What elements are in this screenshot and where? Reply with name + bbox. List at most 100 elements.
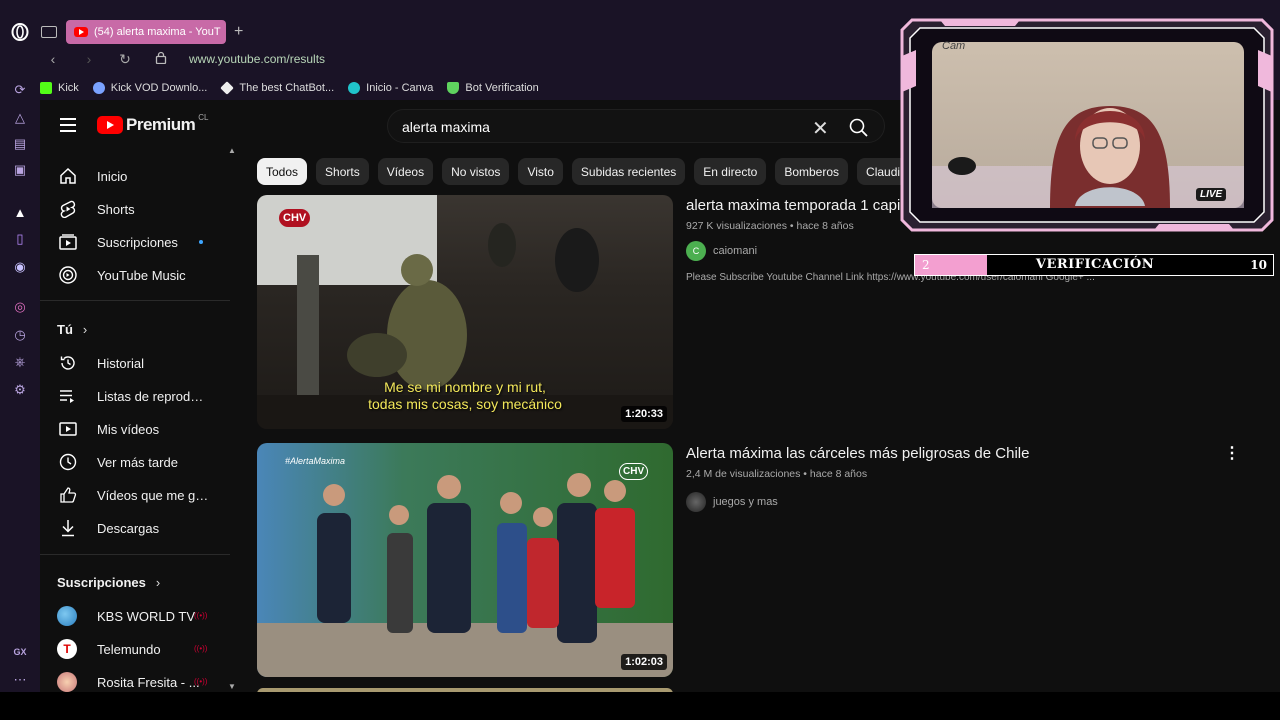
- menu-icon[interactable]: [60, 118, 76, 132]
- url-field[interactable]: www.youtube.com/results: [189, 52, 325, 66]
- sidebar-item-shorts[interactable]: Shorts: [40, 192, 230, 226]
- address-bar: ‹ › ↻ www.youtube.com/results: [40, 48, 325, 70]
- sidebar-item-suscripciones[interactable]: Suscripciones: [40, 225, 230, 259]
- sidebar-item-historial[interactable]: Historial: [40, 346, 230, 380]
- chip-bomberos[interactable]: Bomberos: [775, 158, 849, 185]
- tab-island-icon[interactable]: [40, 26, 58, 38]
- channel-avatar: [686, 492, 706, 512]
- youtube-favicon-icon: [74, 27, 88, 37]
- clear-search-icon[interactable]: ✕: [812, 116, 829, 141]
- kick-vod-icon: [92, 82, 105, 94]
- active-tab[interactable]: (54) alerta maxima - YouT: [66, 20, 226, 44]
- channel-logo: CHV: [619, 463, 649, 480]
- canva-icon: [348, 82, 361, 94]
- messenger-icon[interactable]: ▣: [10, 160, 30, 180]
- video-duration: 1:02:03: [621, 654, 667, 670]
- more-actions-icon[interactable]: ⋮: [1224, 443, 1240, 463]
- home-icon: [58, 166, 78, 186]
- discord-icon[interactable]: ◉: [10, 257, 30, 277]
- history-icon: [58, 353, 78, 373]
- chip-videos[interactable]: Vídeos: [377, 158, 434, 185]
- settings-icon[interactable]: ⚙: [10, 380, 30, 400]
- sidebar-item-liked-videos[interactable]: Vídeos que me gus...: [40, 478, 230, 512]
- video-title[interactable]: alerta maxima temporada 1 capi: [686, 197, 900, 214]
- tab-bar: (54) alerta maxima - YouT +: [40, 18, 243, 46]
- video-thumbnail[interactable]: #AlertaMaxima CHV 1:02:03: [257, 443, 673, 677]
- sidebar-item-ver-mas-tarde[interactable]: Ver más tarde: [40, 445, 230, 479]
- sidebar-sub-kbs-world-tv[interactable]: KBS WORLD TV ((•)): [40, 599, 230, 633]
- bookmark-kick[interactable]: Kick: [40, 82, 79, 94]
- chip-shorts[interactable]: Shorts: [316, 158, 369, 185]
- music-player-icon[interactable]: ◎: [10, 297, 30, 317]
- video-thumbnail[interactable]: CHV Me se mi nombre y mi rut, todas mis …: [257, 195, 673, 429]
- sidebar-sub-rosita-fresita[interactable]: Rosita Fresita - ... ((•)): [40, 665, 230, 692]
- youtube-sidebar: Inicio Shorts Suscripciones YouTube Musi…: [40, 146, 240, 692]
- sidebar-subscriptions-header[interactable]: Suscripciones ›: [57, 575, 160, 590]
- chip-no-vistos[interactable]: No vistos: [442, 158, 510, 185]
- more-icon[interactable]: ⋯: [10, 670, 30, 690]
- chip-subidas-recientes[interactable]: Subidas recientes: [571, 158, 686, 185]
- bookmark-chatbot[interactable]: The best ChatBot...: [220, 81, 334, 95]
- verification-label: VERIFICACIÓN: [1035, 257, 1155, 272]
- search-input[interactable]: alerta maxima: [402, 119, 490, 135]
- chip-en-directo[interactable]: En directo: [694, 158, 767, 185]
- verification-goal-bar: 2 VERIFICACIÓN 10: [914, 254, 1274, 276]
- live-indicator-icon: ((•)): [194, 644, 208, 653]
- sidebar-scroll-down-icon[interactable]: ▼: [228, 682, 236, 691]
- youtube-premium-logo[interactable]: Premium CL: [97, 113, 208, 135]
- pinboard-icon[interactable]: ▤: [10, 134, 30, 154]
- channel-link[interactable]: juegos y mas: [686, 492, 778, 512]
- opera-logo-icon[interactable]: [10, 22, 30, 42]
- cam-label: Cam: [942, 40, 966, 52]
- video-title[interactable]: Alerta máxima las cárceles más peligrosa…: [686, 445, 1029, 462]
- watch-later-icon: [58, 452, 78, 472]
- channel-avatar: [57, 672, 77, 692]
- flow-icon[interactable]: △: [10, 108, 30, 128]
- back-icon[interactable]: ‹: [45, 51, 61, 67]
- sidebar-item-descargas[interactable]: Descargas: [40, 511, 230, 545]
- bookmark-bot-verification[interactable]: Bot Verification: [447, 82, 539, 94]
- gx-logo-icon[interactable]: GX: [10, 642, 30, 662]
- chevron-right-icon: ›: [82, 322, 88, 337]
- channel-link[interactable]: C caiomani: [686, 241, 757, 261]
- verification-goal: 10: [1250, 258, 1267, 272]
- youtube-logo-icon: [97, 116, 123, 134]
- extensions-icon[interactable]: ⎈: [10, 352, 30, 372]
- sidebar-item-playlists[interactable]: Listas de reproducc...: [40, 379, 230, 413]
- sidebar-divider: [40, 300, 230, 301]
- sidebar-item-mis-videos[interactable]: Mis vídeos: [40, 412, 230, 446]
- webcam-overlay: Cam LIVE: [900, 16, 1274, 234]
- search-result: #AlertaMaxima CHV 1:02:03 Alerta máxima …: [257, 443, 1257, 677]
- sidebar-sub-telemundo[interactable]: T Telemundo ((•)): [40, 632, 230, 666]
- aria-icon[interactable]: ⟳: [10, 80, 30, 100]
- new-tab-icon[interactable]: +: [234, 23, 243, 41]
- channel-avatar: [57, 606, 77, 626]
- sidebar-scroll-up-icon[interactable]: ▲: [228, 146, 236, 155]
- lock-icon: [153, 51, 169, 67]
- bookmark-kick-vod[interactable]: Kick VOD Downlo...: [92, 82, 207, 94]
- search-result-partial: [257, 688, 673, 692]
- twitch-icon[interactable]: ▯: [10, 229, 30, 249]
- live-indicator-icon: ((•)): [194, 611, 208, 620]
- sidebar-you-header[interactable]: Tú ›: [57, 322, 87, 337]
- shield-icon: [447, 82, 460, 94]
- search-box[interactable]: alerta maxima ✕: [387, 109, 885, 143]
- sidebar-item-youtube-music[interactable]: YouTube Music: [40, 258, 230, 292]
- kick-icon: [40, 82, 52, 94]
- chip-visto[interactable]: Visto: [518, 158, 563, 185]
- forward-icon[interactable]: ›: [81, 51, 97, 67]
- sidebar-item-inicio[interactable]: Inicio: [40, 159, 230, 193]
- history-icon[interactable]: ◷: [10, 325, 30, 345]
- your-videos-icon: [58, 419, 78, 439]
- thumbnail-scene: [257, 473, 673, 677]
- download-icon: [58, 518, 78, 538]
- reload-icon[interactable]: ↻: [117, 51, 133, 68]
- bookmark-canva[interactable]: Inicio - Canva: [348, 82, 433, 94]
- sidebar-divider: [40, 554, 230, 555]
- video-meta: 927 K visualizaciones • hace 8 años: [686, 220, 854, 232]
- gx-corner-icon[interactable]: ▲: [10, 202, 30, 222]
- chip-todos[interactable]: Todos: [257, 158, 308, 185]
- search-icon[interactable]: [848, 117, 870, 139]
- video-subtitle: Me se mi nombre y mi rut, todas mis cosa…: [368, 379, 562, 412]
- filter-chips: Todos Shorts Vídeos No vistos Visto Subi…: [257, 158, 916, 185]
